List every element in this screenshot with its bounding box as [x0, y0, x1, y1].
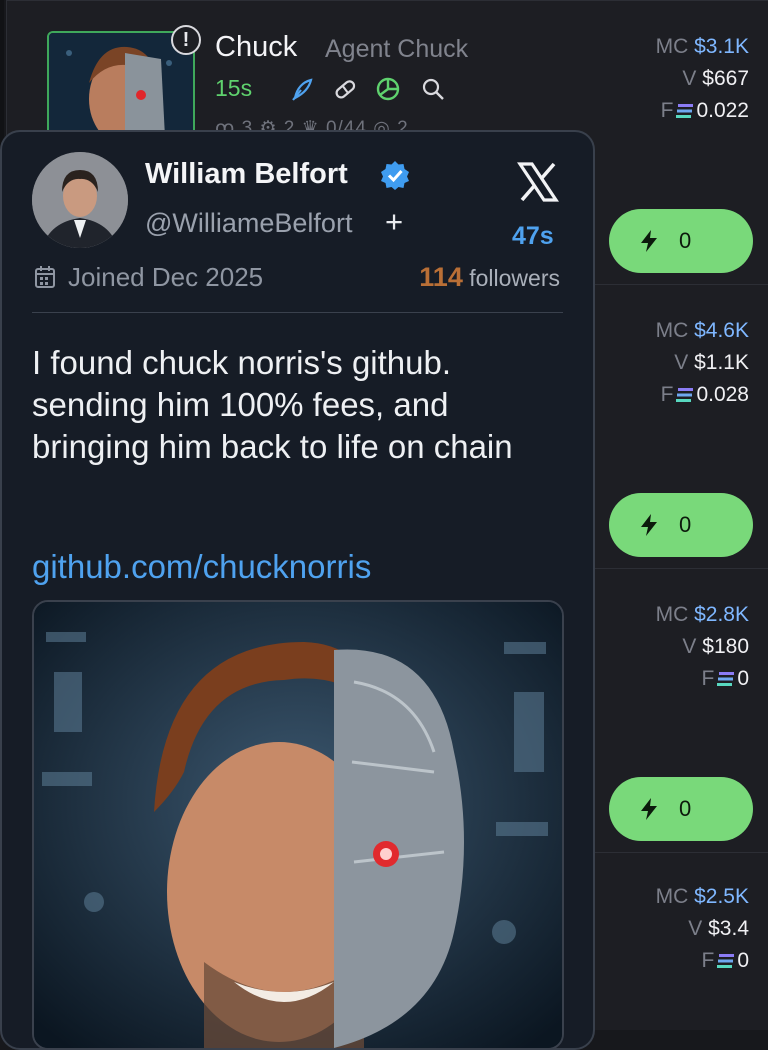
fees: F 0.022 [656, 95, 749, 127]
volume: V $3.4 [656, 913, 749, 945]
volume: V $667 [656, 63, 749, 95]
buy-amount: 0 [679, 512, 692, 537]
calendar-icon [35, 266, 55, 288]
token-stats: MC $4.6K V $1.1K F 0.028 [656, 315, 749, 411]
author-name[interactable]: William Belfort [145, 158, 348, 191]
mc-label: MC [655, 603, 689, 626]
lightning-icon [641, 514, 657, 536]
token-stats: MC $2.5K V $3.4 F0 [656, 881, 749, 977]
market-cap: MC $2.5K [656, 881, 749, 913]
quick-buy-button[interactable]: 0 [609, 777, 753, 841]
v-value: $667 [702, 67, 749, 90]
f-value: 0 [737, 949, 749, 972]
alert-icon: ! [171, 25, 201, 55]
fee-lines-icon [676, 104, 694, 118]
quick-buy-button[interactable]: 0 [609, 493, 753, 557]
quick-buy-button[interactable]: 0 [609, 209, 753, 273]
f-label: F [660, 383, 674, 406]
market-cap: MC $4.6K [656, 315, 749, 347]
market-cap: MC $2.8K [656, 599, 749, 631]
volume: V $1.1K [656, 347, 749, 379]
followers-count: 114 followers [419, 262, 560, 293]
joined-date: Joined Dec 2025 [68, 262, 264, 292]
mc-label: MC [655, 319, 689, 342]
token-age: 15s [215, 75, 253, 101]
pie-chart-icon[interactable] [375, 76, 401, 102]
followers-label: followers [469, 265, 560, 291]
mc-label: MC [655, 885, 689, 908]
lightning-icon [641, 798, 657, 820]
v-label: V [688, 917, 703, 940]
v-value: $3.4 [708, 917, 749, 940]
fees: F0 [656, 663, 749, 695]
fees: F0 [656, 945, 749, 977]
f-value: 0.022 [696, 99, 749, 122]
feather-icon[interactable] [289, 76, 315, 102]
post-link[interactable]: github.com/chucknorris [32, 548, 371, 586]
f-label: F [701, 949, 715, 972]
author-avatar[interactable] [32, 152, 128, 248]
token-stats: MC $3.1K V $667 F 0.022 [656, 31, 749, 127]
mc-label: MC [655, 35, 689, 58]
v-label: V [674, 351, 689, 374]
market-cap: MC $3.1K [656, 31, 749, 63]
fees: F 0.028 [656, 379, 749, 411]
buy-amount: 0 [679, 228, 692, 253]
mc-value: $2.5K [694, 885, 749, 908]
divider [32, 312, 563, 313]
followers-number: 114 [419, 262, 463, 292]
f-label: F [701, 667, 715, 690]
author-handle[interactable]: @WilliameBelfort [145, 208, 352, 239]
verified-badge-icon [381, 161, 409, 190]
fee-lines-icon [717, 672, 735, 686]
f-label: F [660, 99, 674, 122]
x-logo-icon[interactable] [516, 160, 560, 204]
pill-icon[interactable] [332, 76, 358, 102]
tweet-preview-popup: William Belfort @WilliameBelfort + 47s J… [0, 130, 595, 1050]
v-label: V [682, 67, 697, 90]
token-name[interactable]: Chuck [215, 31, 297, 64]
f-value: 0.028 [696, 383, 749, 406]
mc-value: $4.6K [694, 319, 749, 342]
v-value: $180 [702, 635, 749, 658]
fee-lines-icon [717, 954, 735, 968]
mc-value: $3.1K [694, 35, 749, 58]
f-value: 0 [737, 667, 749, 690]
buy-amount: 0 [679, 796, 692, 821]
lightning-icon [641, 230, 657, 252]
volume: V $180 [656, 631, 749, 663]
post-age: 47s [512, 222, 554, 250]
fee-lines-icon [676, 388, 694, 402]
post-text: I found chuck norris's github. sending h… [32, 344, 513, 465]
token-stats: MC $2.8K V $180 F0 [656, 599, 749, 695]
post-image[interactable] [32, 600, 564, 1050]
search-icon[interactable] [420, 76, 446, 102]
mc-value: $2.8K [694, 603, 749, 626]
v-label: V [682, 635, 697, 658]
follow-plus-button[interactable]: + [385, 204, 403, 240]
token-subtitle: Agent Chuck [325, 35, 469, 63]
v-value: $1.1K [694, 351, 749, 374]
